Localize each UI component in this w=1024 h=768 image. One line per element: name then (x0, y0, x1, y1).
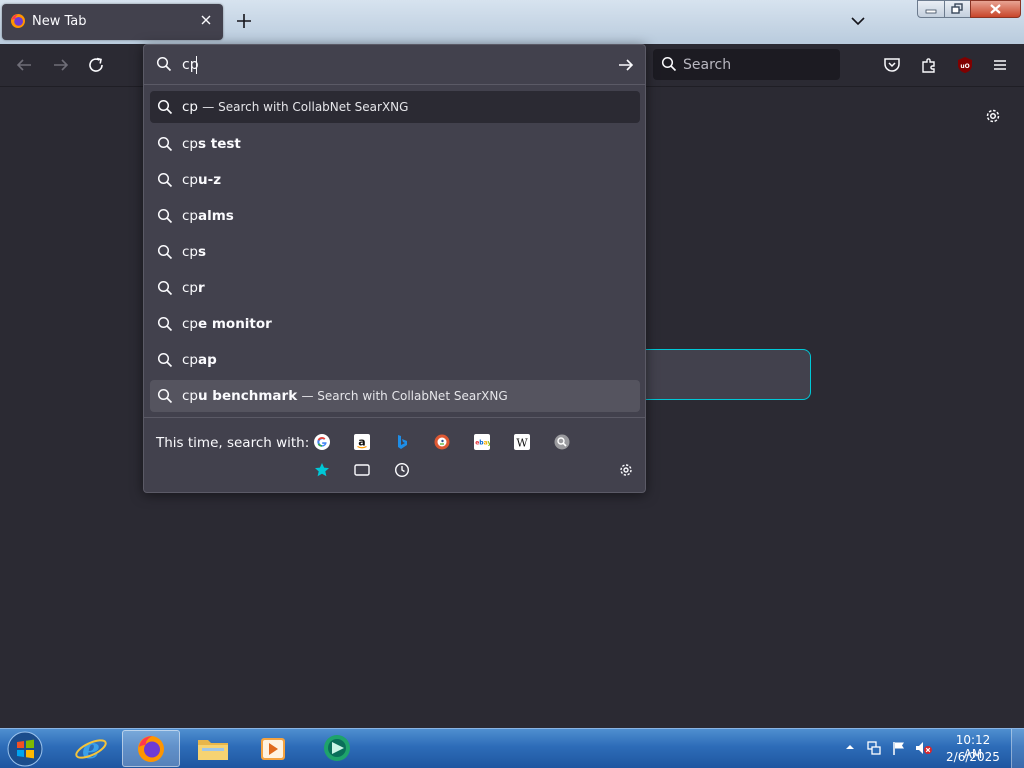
urlbar-result-hovered[interactable]: cpu benchmark — Search with CollabNet Se… (150, 380, 640, 412)
search-icon (157, 208, 173, 224)
action-center-flag-icon[interactable] (891, 740, 907, 756)
search-icon (157, 316, 173, 332)
clock-date[interactable]: 2/6/2025 (946, 750, 1000, 764)
app-icon[interactable] (308, 730, 366, 767)
menu-icon[interactable] (990, 55, 1010, 75)
search-icon (157, 388, 173, 404)
result-completion: u benchmark (198, 388, 298, 404)
reload-button[interactable] (85, 54, 107, 76)
result-typed: cp (182, 136, 198, 152)
back-button[interactable] (13, 54, 35, 76)
internet-explorer-icon[interactable]: e (62, 730, 120, 767)
pocket-icon[interactable] (882, 55, 902, 75)
search-icon (157, 280, 173, 296)
go-arrow-icon[interactable] (616, 55, 636, 75)
list-all-tabs-button[interactable] (848, 11, 868, 31)
search-icon (157, 352, 173, 368)
text-caret (196, 56, 197, 74)
result-completion: s test (198, 136, 241, 152)
tab-title: New Tab (32, 14, 87, 29)
result-typed: cp (182, 99, 198, 115)
urlbar-search-icon (156, 56, 172, 72)
window-controls (917, 0, 1021, 18)
urlbar-result-suggestion[interactable]: cpalms (150, 200, 640, 232)
result-completion: s (198, 244, 207, 260)
result-completion: u-z (198, 172, 222, 188)
page-settings-icon[interactable] (983, 106, 1003, 126)
bookmarks-icon[interactable] (314, 462, 330, 478)
file-explorer-icon[interactable] (184, 730, 242, 767)
ublock-origin-icon[interactable]: uO (955, 55, 975, 75)
show-desktop-button[interactable] (1011, 729, 1024, 768)
ebay-icon[interactable]: ebay (474, 434, 490, 450)
volume-muted-icon[interactable] (915, 740, 933, 756)
svg-text:ebay: ebay (475, 440, 490, 447)
result-typed: cp (182, 316, 198, 332)
page-search-box[interactable] (646, 349, 811, 400)
result-completion: ap (198, 352, 217, 368)
tabs-icon[interactable] (354, 462, 370, 478)
wikipedia-icon[interactable]: W (514, 434, 530, 450)
forward-button[interactable] (50, 54, 72, 76)
search-icon (157, 136, 173, 152)
show-hidden-icons[interactable] (844, 741, 856, 753)
one-off-divider (144, 417, 645, 418)
searxng-icon[interactable] (554, 434, 570, 450)
urlbar-result-suggestion[interactable]: cps test (150, 128, 640, 160)
network-icon[interactable] (866, 740, 882, 756)
svg-text:a: a (358, 436, 365, 449)
urlbar-result-suggestion[interactable]: cpap (150, 344, 640, 376)
minimize-button[interactable] (917, 0, 945, 18)
new-tab-button[interactable] (234, 11, 254, 31)
result-typed: cp (182, 388, 198, 404)
firefox-icon (10, 13, 26, 29)
google-icon[interactable] (314, 434, 330, 450)
result-typed: cp (182, 280, 198, 296)
urlbar-divider (144, 84, 645, 85)
urlbar-result-suggestion[interactable]: cpr (150, 272, 640, 304)
close-tab-icon[interactable] (198, 12, 214, 28)
result-typed: cp (182, 208, 198, 224)
search-bar[interactable] (653, 49, 840, 80)
urlbar-result-suggestion[interactable]: cps (150, 236, 640, 268)
svg-text:W: W (516, 437, 528, 450)
result-completion: e monitor (198, 316, 272, 332)
urlbar-result-suggestion[interactable]: cpu-z (150, 164, 640, 196)
extensions-icon[interactable] (919, 55, 939, 75)
result-typed: cp (182, 352, 198, 368)
svg-text:e: e (82, 732, 100, 765)
bing-icon[interactable] (394, 434, 410, 450)
svg-text:uO: uO (960, 63, 969, 70)
result-typed: cp (182, 172, 198, 188)
result-action: — Search with CollabNet SearXNG (301, 389, 508, 403)
amazon-icon[interactable]: a (354, 434, 370, 450)
search-icon (157, 172, 173, 188)
urlbar-result-suggestion[interactable]: cpe monitor (150, 308, 640, 340)
result-completion: alms (198, 208, 234, 224)
result-completion: r (198, 280, 205, 296)
firefox-taskbar-icon[interactable] (122, 730, 180, 767)
media-player-icon[interactable] (244, 730, 302, 767)
result-action: — Search with CollabNet SearXNG (202, 100, 409, 114)
search-icon (157, 244, 173, 260)
duckduckgo-icon[interactable] (434, 434, 450, 450)
start-button[interactable] (6, 730, 44, 768)
restore-button[interactable] (944, 0, 971, 18)
search-icon (661, 56, 677, 72)
close-window-button[interactable] (970, 0, 1021, 18)
one-off-label: This time, search with: (156, 435, 310, 451)
search-settings-icon[interactable] (618, 462, 634, 478)
history-icon[interactable] (394, 462, 410, 478)
urlbar-result-heuristic[interactable]: cp — Search with CollabNet SearXNG (150, 91, 640, 123)
result-typed: cp (182, 244, 198, 260)
search-icon (157, 99, 173, 115)
search-bar-placeholder: Search (683, 57, 732, 73)
